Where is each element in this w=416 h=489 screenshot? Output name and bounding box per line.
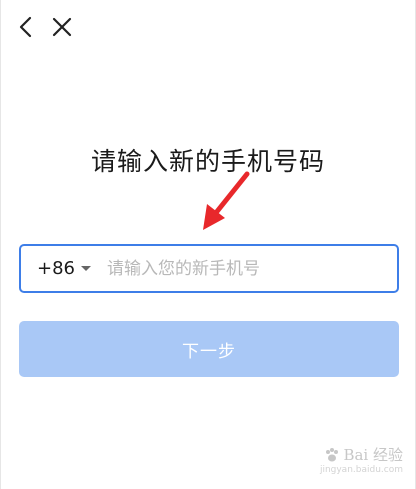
caret-down-icon: [81, 266, 91, 271]
close-button[interactable]: [45, 10, 79, 44]
watermark-brand: Bai 经验: [343, 446, 403, 464]
paw-logo-icon: [326, 447, 339, 461]
country-code-label: +86: [37, 258, 75, 279]
watermark: Bai 经验 jingyan.baidu.com: [320, 444, 403, 475]
watermark-url: jingyan.baidu.com: [319, 465, 403, 475]
country-code-selector[interactable]: +86: [21, 246, 107, 291]
phone-number-field: +86: [19, 244, 399, 293]
close-icon: [52, 17, 72, 37]
change-phone-screen: 请输入新的手机号码 +86 下一步 Bai 经验 jingyan.baidu.c…: [0, 0, 416, 489]
phone-input[interactable]: [107, 246, 397, 291]
next-button[interactable]: 下一步: [19, 321, 399, 377]
back-button[interactable]: [9, 10, 43, 44]
annotation-arrow-icon: [203, 171, 250, 230]
chevron-left-icon: [19, 16, 32, 38]
